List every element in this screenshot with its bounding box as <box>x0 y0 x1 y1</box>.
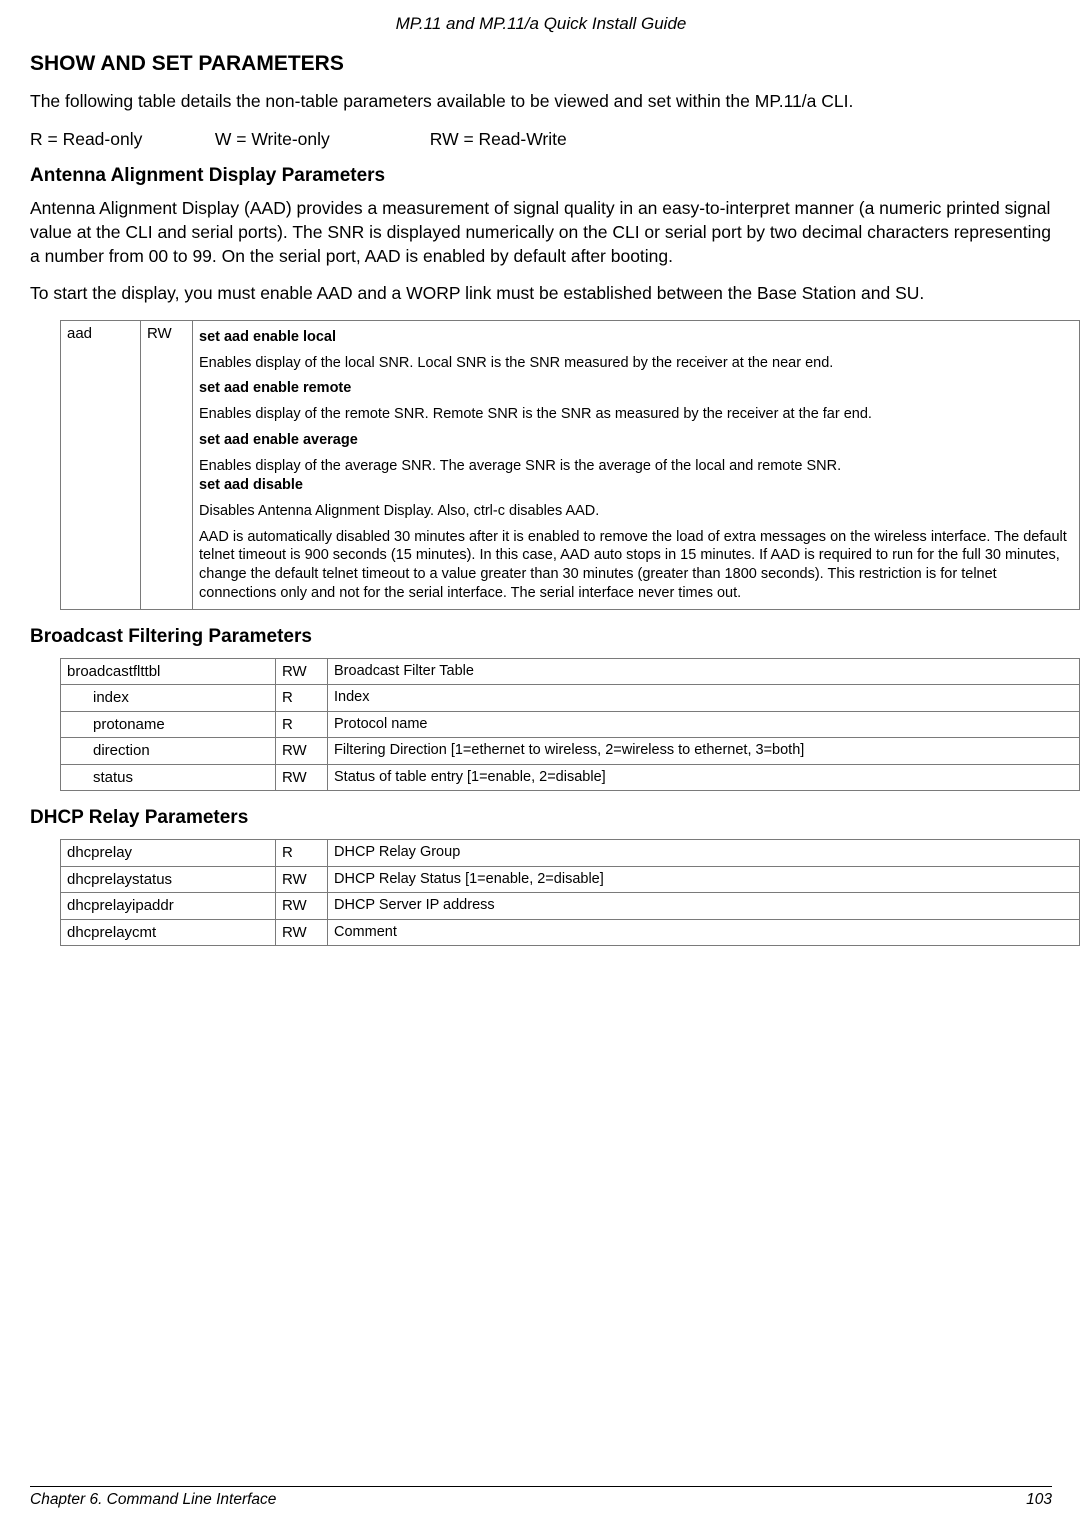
param-name: direction <box>61 738 276 765</box>
aad-paragraph-1: Antenna Alignment Display (AAD) provides… <box>30 197 1052 268</box>
param-name: dhcprelay <box>61 840 276 867</box>
table-row: dhcprelaystatusRWDHCP Relay Status [1=en… <box>61 866 1080 893</box>
table-row: dhcprelayipaddrRWDHCP Server IP address <box>61 893 1080 920</box>
desc-text: Enables display of the remote SNR. Remot… <box>199 401 1073 427</box>
table-row: statusRWStatus of table entry [1=enable,… <box>61 764 1080 791</box>
param-access: RW <box>276 893 328 920</box>
param-name: protoname <box>61 711 276 738</box>
table-row: indexRIndex <box>61 685 1080 712</box>
param-access: R <box>276 840 328 867</box>
param-access: RW <box>276 764 328 791</box>
aad-table: aad RW set aad enable local Enables disp… <box>60 320 1080 610</box>
dhcp-table: dhcprelayRDHCP Relay Groupdhcprelaystatu… <box>60 839 1080 946</box>
cmd: set aad enable remote <box>199 375 1073 401</box>
desc-text: Disables Antenna Alignment Display. Also… <box>199 498 1073 524</box>
table-row: aad RW set aad enable local Enables disp… <box>61 320 1080 609</box>
legend-r: R = Read-only <box>30 128 210 152</box>
table-row: directionRWFiltering Direction [1=ethern… <box>61 738 1080 765</box>
subsection-bf: Broadcast Filtering Parameters <box>30 626 1052 648</box>
aad-paragraph-2: To start the display, you must enable AA… <box>30 282 1052 306</box>
param-desc: Broadcast Filter Table <box>328 658 1080 685</box>
param-desc: Index <box>328 685 1080 712</box>
param-name: broadcastflttbl <box>61 658 276 685</box>
param-name: dhcprelaycmt <box>61 919 276 946</box>
param-desc: DHCP Relay Status [1=enable, 2=disable] <box>328 866 1080 893</box>
param-desc: Status of table entry [1=enable, 2=disab… <box>328 764 1080 791</box>
table-row: protonameRProtocol name <box>61 711 1080 738</box>
legend-rw: RW = Read-Write <box>430 128 567 152</box>
param-access: RW <box>276 866 328 893</box>
page-header: MP.11 and MP.11/a Quick Install Guide <box>30 14 1052 34</box>
param-access: R <box>276 685 328 712</box>
legend-w: W = Write-only <box>215 128 425 152</box>
footer-left: Chapter 6. Command Line Interface <box>30 1491 276 1509</box>
intro-paragraph: The following table details the non-tabl… <box>30 90 1052 114</box>
param-access: R <box>276 711 328 738</box>
page-footer: Chapter 6. Command Line Interface 103 <box>30 1486 1052 1509</box>
cmd: set aad enable average <box>199 427 1073 453</box>
access-legend: R = Read-only W = Write-only RW = Read-W… <box>30 128 1052 152</box>
table-row: dhcprelayRDHCP Relay Group <box>61 840 1080 867</box>
desc-text: Enables display of the local SNR. Local … <box>199 350 1073 376</box>
param-name: dhcprelaystatus <box>61 866 276 893</box>
param-desc: DHCP Relay Group <box>328 840 1080 867</box>
desc-text: Enables display of the average SNR. The … <box>199 453 1073 476</box>
page: MP.11 and MP.11/a Quick Install Guide SH… <box>0 0 1082 1535</box>
subsection-dhcp: DHCP Relay Parameters <box>30 807 1052 829</box>
table-row: broadcastflttblRWBroadcast Filter Table <box>61 658 1080 685</box>
bf-table: broadcastflttblRWBroadcast Filter Tablei… <box>60 658 1080 792</box>
table-row: dhcprelaycmtRWComment <box>61 919 1080 946</box>
param-name: dhcprelayipaddr <box>61 893 276 920</box>
param-name: index <box>61 685 276 712</box>
param-desc: Protocol name <box>328 711 1080 738</box>
section-heading: SHOW AND SET PARAMETERS <box>30 52 1052 76</box>
cmd: set aad disable <box>199 476 1073 498</box>
footer-right: 103 <box>1026 1491 1052 1509</box>
param-access: RW <box>276 658 328 685</box>
param-desc: set aad enable local Enables display of … <box>193 320 1080 609</box>
param-name: aad <box>61 320 141 609</box>
param-desc: Comment <box>328 919 1080 946</box>
param-access: RW <box>276 919 328 946</box>
param-desc: DHCP Server IP address <box>328 893 1080 920</box>
param-access: RW <box>276 738 328 765</box>
desc-text: AAD is automatically disabled 30 minutes… <box>199 524 1073 606</box>
param-name: status <box>61 764 276 791</box>
subsection-aad: Antenna Alignment Display Parameters <box>30 165 1052 187</box>
param-desc: Filtering Direction [1=ethernet to wirel… <box>328 738 1080 765</box>
cmd: set aad enable local <box>199 324 1073 350</box>
param-access: RW <box>141 320 193 609</box>
